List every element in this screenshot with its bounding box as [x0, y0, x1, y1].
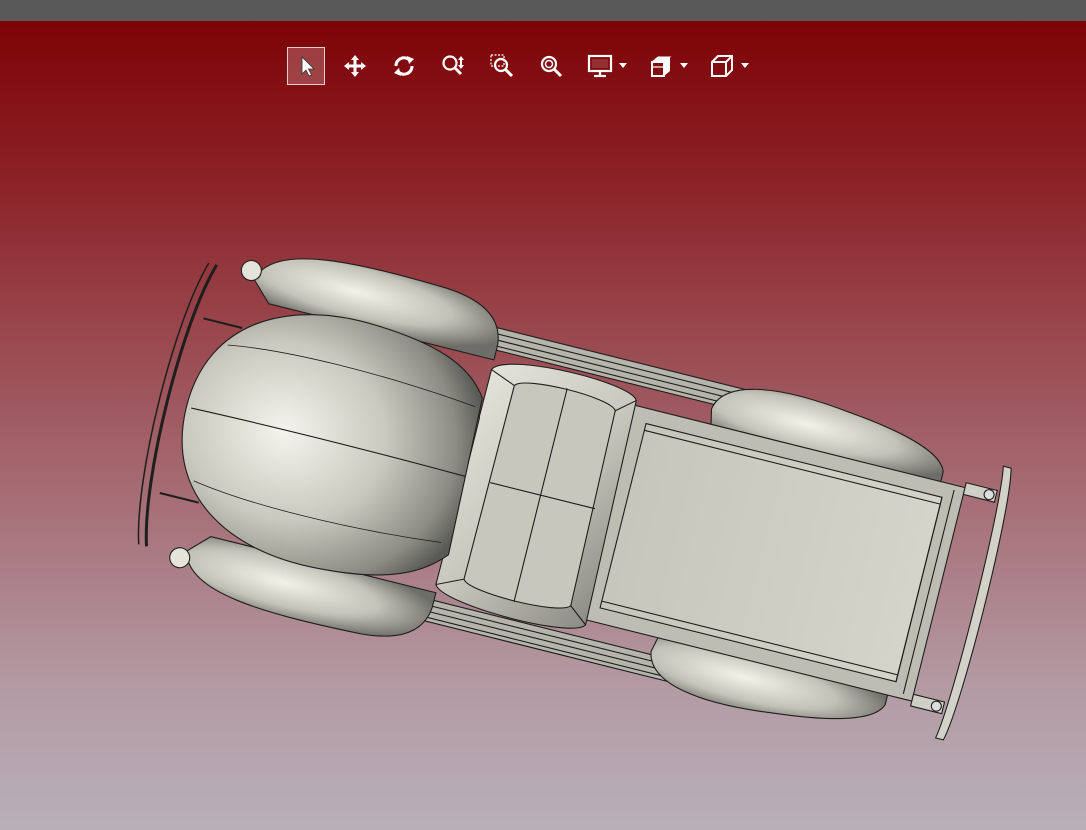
3d-viewport[interactable] — [0, 21, 1086, 830]
window-title-bar — [0, 0, 1086, 21]
truck-model[interactable] — [0, 21, 1086, 830]
